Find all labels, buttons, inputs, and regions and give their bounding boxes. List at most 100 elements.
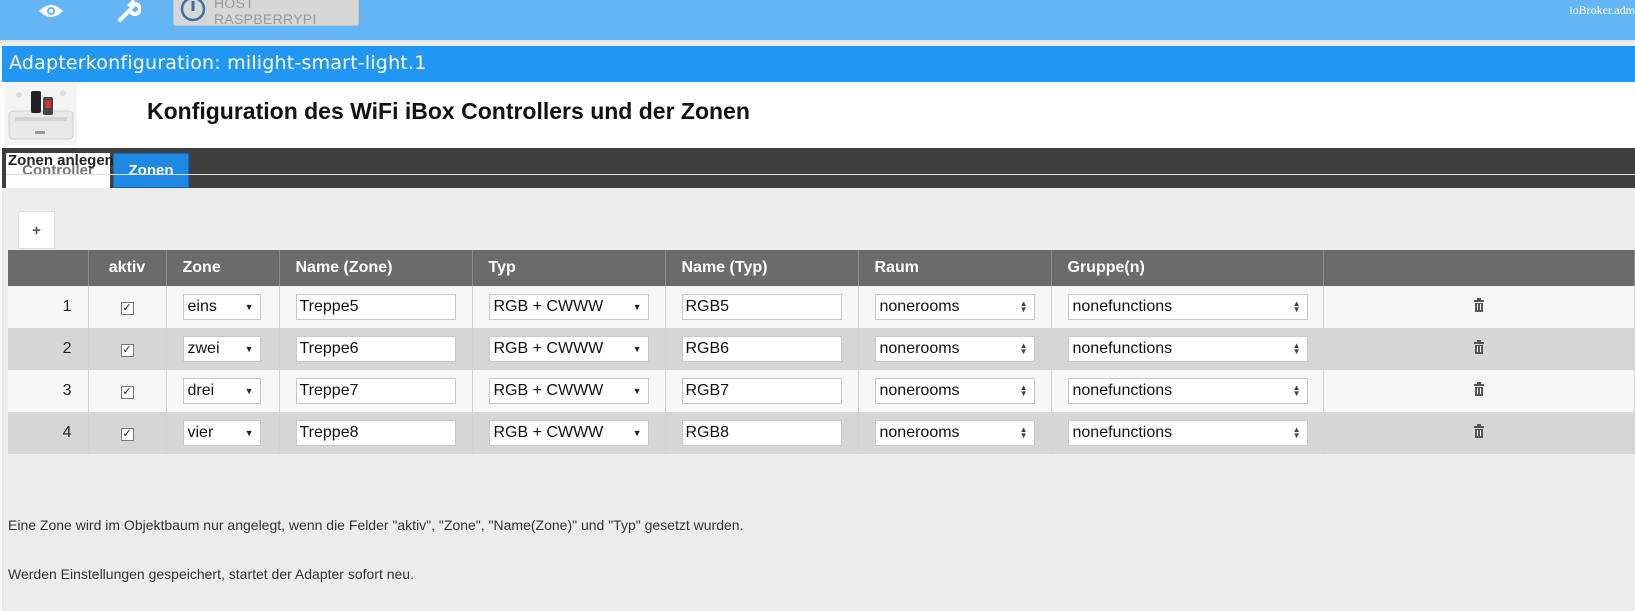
chevron-down-icon: ▼ — [244, 386, 254, 396]
page-title: Konfiguration des WiFi iBox Controllers … — [147, 98, 750, 124]
raum-select[interactable]: nonerooms ▲ ▼ — [874, 378, 1035, 404]
table-row: 1 ✓ eins ▼ Treppe5 RGB + CWWW ▼ RGB5 noner… — [8, 286, 1635, 328]
table-row: 4 ✓ vier ▼ Treppe8 RGB + CWWW ▼ RGB8 noner… — [8, 412, 1635, 454]
name-typ-input[interactable]: RGB8 — [681, 420, 842, 446]
typ-select[interactable]: RGB + CWWW ▼ — [488, 378, 649, 404]
name-typ-input[interactable]: RGB6 — [681, 336, 842, 362]
row-number: 4 — [8, 412, 89, 454]
gruppe-select-value: nonefunctions — [1072, 298, 1173, 315]
add-zone-button[interactable]: + — [18, 211, 55, 249]
typ-select[interactable]: RGB + CWWW ▼ — [488, 420, 649, 446]
typ-select-value: RGB + CWWW — [493, 424, 604, 441]
name-zone-input[interactable]: Treppe6 — [295, 336, 456, 362]
updown-icon: ▲ ▼ — [1292, 299, 1301, 314]
header-zone: Zone — [166, 250, 280, 286]
name-typ-input[interactable]: RGB5 — [681, 294, 842, 320]
raum-select-value: nonerooms — [879, 298, 960, 315]
config-header: Konfiguration des WiFi iBox Controllers … — [2, 82, 1635, 148]
gruppe-select[interactable]: nonefunctions ▲ ▼ — [1067, 336, 1308, 362]
tab-bar: Controller Zonen — [2, 148, 1635, 188]
typ-select-value: RGB + CWWW — [493, 382, 604, 399]
chevron-down-icon: ▼ — [244, 428, 254, 438]
zone-select-value: drei — [187, 382, 215, 399]
host-label: HOST RASPBERRYPI — [214, 0, 317, 27]
gruppe-select[interactable]: nonefunctions ▲ ▼ — [1067, 294, 1308, 320]
updown-icon: ▲ ▼ — [1292, 425, 1301, 440]
aktiv-checkbox[interactable]: ✓ — [120, 302, 134, 315]
name-zone-input[interactable]: Treppe7 — [295, 378, 456, 404]
header-gruppe: Gruppe(n) — [1051, 250, 1324, 286]
header-raum: Raum — [858, 250, 1052, 286]
gruppe-select-value: nonefunctions — [1072, 382, 1173, 399]
zones-table: aktiv Zone Name (Zone) Typ Name (Typ) Ra… — [8, 250, 1635, 454]
row-number: 2 — [8, 328, 89, 370]
delete-icon[interactable] — [1473, 423, 1485, 438]
updown-icon: ▲ ▼ — [1019, 299, 1028, 314]
raum-select-value: nonerooms — [879, 424, 960, 441]
tab-zonen[interactable]: Zonen — [113, 153, 189, 188]
updown-icon: ▲ ▼ — [1019, 383, 1028, 398]
name-zone-input[interactable]: Treppe5 — [295, 294, 456, 320]
raum-select[interactable]: nonerooms ▲ ▼ — [874, 294, 1035, 320]
gruppe-select-value: nonefunctions — [1072, 424, 1173, 441]
header-aktiv: aktiv — [88, 250, 167, 286]
chevron-down-icon: ▼ — [244, 302, 254, 312]
info-note-restart: Werden Einstellungen gespeichert, starte… — [8, 566, 414, 582]
chevron-down-icon: ▼ — [632, 302, 642, 312]
zone-select[interactable]: zwei ▼ — [182, 336, 261, 362]
header-name-zone: Name (Zone) — [279, 250, 473, 286]
raum-select[interactable]: nonerooms ▲ ▼ — [874, 336, 1035, 362]
header-actions — [1323, 250, 1635, 286]
aktiv-checkbox[interactable]: ✓ — [120, 386, 134, 399]
table-header-row: aktiv Zone Name (Zone) Typ Name (Typ) Ra… — [8, 250, 1635, 286]
chevron-down-icon: ▼ — [632, 428, 642, 438]
zone-select[interactable]: drei ▼ — [182, 378, 261, 404]
zone-select-value: zwei — [187, 340, 220, 357]
name-zone-input[interactable]: Treppe8 — [295, 420, 456, 446]
gruppe-select[interactable]: nonefunctions ▲ ▼ — [1067, 420, 1308, 446]
header-index — [8, 250, 89, 286]
row-number: 3 — [8, 370, 89, 412]
chevron-down-icon: ▼ — [632, 344, 642, 354]
wrench-icon[interactable] — [114, 0, 144, 22]
zone-select-value: eins — [187, 298, 217, 315]
top-toolbar: HOST RASPBERRYPI ioBroker.adm — [0, 0, 1635, 42]
brand-text: ioBroker.adm — [1569, 3, 1635, 17]
row-number: 1 — [8, 286, 89, 328]
typ-select-value: RGB + CWWW — [493, 298, 604, 315]
table-row: 3 ✓ drei ▼ Treppe7 RGB + CWWW ▼ RGB7 noner… — [8, 370, 1635, 412]
chevron-down-icon: ▼ — [244, 344, 254, 354]
delete-icon[interactable] — [1473, 339, 1485, 354]
name-typ-input[interactable]: RGB7 — [681, 378, 842, 404]
info-note-zone: Eine Zone wird im Objektbaum nur angeleg… — [8, 517, 744, 533]
typ-select-value: RGB + CWWW — [493, 340, 604, 357]
raum-select-value: nonerooms — [879, 340, 960, 357]
raum-select[interactable]: nonerooms ▲ ▼ — [874, 420, 1035, 446]
zone-select[interactable]: eins ▼ — [182, 294, 261, 320]
updown-icon: ▲ ▼ — [1019, 425, 1028, 440]
zone-select[interactable]: vier ▼ — [182, 420, 261, 446]
gruppe-select[interactable]: nonefunctions ▲ ▼ — [1067, 378, 1308, 404]
zone-select-value: vier — [187, 424, 214, 441]
header-name-typ: Name (Typ) — [665, 250, 859, 286]
eye-icon[interactable] — [36, 0, 66, 22]
typ-select[interactable]: RGB + CWWW ▼ — [488, 294, 649, 320]
power-icon — [180, 0, 206, 27]
delete-icon[interactable] — [1473, 297, 1485, 312]
raum-select-value: nonerooms — [879, 382, 960, 399]
section-title: Zonen anlegen — [8, 152, 114, 169]
adapter-logo — [5, 83, 77, 145]
section-divider — [6, 174, 1635, 175]
aktiv-checkbox[interactable]: ✓ — [120, 344, 134, 357]
host-button[interactable]: HOST RASPBERRYPI — [173, 0, 359, 27]
chevron-down-icon: ▼ — [632, 386, 642, 396]
aktiv-checkbox[interactable]: ✓ — [120, 428, 134, 441]
dialog-title: Adapterkonfiguration: milight-smart-ligh… — [2, 46, 1635, 82]
table-row: 2 ✓ zwei ▼ Treppe6 RGB + CWWW ▼ RGB6 noner… — [8, 328, 1635, 370]
updown-icon: ▲ ▼ — [1019, 341, 1028, 356]
updown-icon: ▲ ▼ — [1292, 383, 1301, 398]
gruppe-select-value: nonefunctions — [1072, 340, 1173, 357]
delete-icon[interactable] — [1473, 381, 1485, 396]
updown-icon: ▲ ▼ — [1292, 341, 1301, 356]
typ-select[interactable]: RGB + CWWW ▼ — [488, 336, 649, 362]
